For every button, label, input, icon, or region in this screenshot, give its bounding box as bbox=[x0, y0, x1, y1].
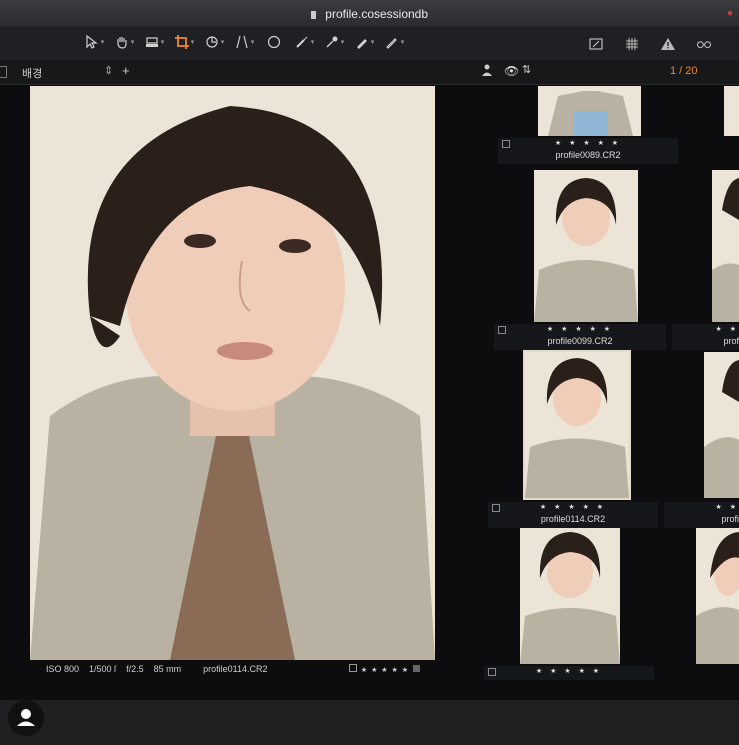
picker-tool-button[interactable]: ▾ bbox=[320, 30, 348, 54]
rotate-icon bbox=[206, 36, 218, 48]
add-icon[interactable]: + bbox=[122, 63, 130, 78]
edit-icon bbox=[589, 38, 603, 50]
thumbnail-image[interactable] bbox=[520, 528, 620, 664]
viewer-filename: profile0114.CR2 bbox=[203, 664, 268, 674]
thumbnail-caption: ★ ★ ★ ★ ★ profile0089.CR2 bbox=[498, 138, 678, 164]
collection-label: 배경 bbox=[22, 68, 43, 80]
thumbnail-rating[interactable]: ★ ★ ★ ★ ★ bbox=[484, 667, 654, 675]
window-title-bar: profile.cosessiondb ● bbox=[0, 0, 739, 27]
brush-icon bbox=[296, 36, 308, 48]
glasses-icon bbox=[696, 41, 712, 49]
side-thumbnail-filename: prof bbox=[723, 336, 739, 346]
pen-icon bbox=[385, 38, 397, 49]
shutter-value: 1/500 ſ bbox=[89, 664, 117, 674]
select-tool-button[interactable]: ▾ bbox=[80, 30, 108, 54]
viewer-rating[interactable]: ★ ★ ★ ★ ★ bbox=[348, 664, 420, 674]
loupe-tool-button[interactable]: ▾ bbox=[140, 30, 168, 54]
side-thumbnail-rating[interactable]: ★ ★ bbox=[672, 325, 739, 333]
image-counter: 1 / 20 bbox=[670, 65, 698, 77]
thumbnail-photo bbox=[538, 86, 641, 136]
keystone-tool-button[interactable]: ▾ bbox=[230, 30, 258, 54]
select-checkbox[interactable] bbox=[348, 664, 357, 672]
pointer-icon bbox=[86, 34, 98, 49]
main-viewer-image[interactable] bbox=[30, 86, 435, 660]
document-icon bbox=[310, 10, 316, 19]
browser-header: 배경 ⇕ + 👁 ⇅ 1 / 20 bbox=[0, 60, 739, 85]
screen-bezel bbox=[0, 700, 739, 745]
loupe-icon bbox=[145, 37, 158, 47]
crop-icon bbox=[174, 35, 189, 49]
thumbnail-rating[interactable]: ★ ★ ★ ★ ★ bbox=[494, 325, 666, 333]
brush-tool-button[interactable]: ▾ bbox=[290, 30, 318, 54]
side-thumbnail[interactable] bbox=[724, 86, 739, 136]
warning-button[interactable] bbox=[655, 32, 681, 56]
hand-icon bbox=[117, 37, 127, 49]
window-title: profile.cosessiondb bbox=[325, 7, 429, 21]
thumbnail-rating[interactable]: ★ ★ ★ ★ ★ bbox=[488, 503, 658, 511]
person-icon[interactable] bbox=[482, 64, 492, 76]
circle-icon bbox=[267, 35, 281, 49]
pan-tool-button[interactable]: ▾ bbox=[110, 30, 138, 54]
side-thumbnail-filename: profi bbox=[721, 514, 739, 524]
spot-removal-button[interactable] bbox=[260, 30, 288, 54]
focal-length-value: 85 mm bbox=[153, 664, 182, 674]
side-thumbnail-photo bbox=[712, 170, 739, 322]
thumbnail-photo bbox=[520, 528, 620, 664]
user-icon bbox=[8, 700, 44, 736]
thumbnail-filename: profile0099.CR2 bbox=[547, 336, 613, 346]
pen-tool-button[interactable]: ▾ bbox=[380, 30, 408, 54]
thumbnail-photo bbox=[534, 170, 638, 322]
color-tag[interactable] bbox=[413, 665, 420, 672]
thumbnail-caption: ★ ★ ★ ★ ★ profile0099.CR2 bbox=[494, 324, 666, 350]
side-thumbnail-rating[interactable]: ★ ★ bbox=[664, 503, 739, 511]
thumbnail-filename: profile0114.CR2 bbox=[540, 514, 606, 524]
record-icon: ● bbox=[726, 8, 733, 19]
avatar[interactable] bbox=[8, 700, 44, 736]
eye-icon[interactable]: 👁 bbox=[504, 64, 519, 78]
keystone-icon bbox=[236, 35, 248, 49]
grid-button[interactable] bbox=[619, 32, 645, 56]
aperture-value: f/2.5 bbox=[126, 664, 144, 674]
grid-icon bbox=[626, 38, 638, 50]
side-thumbnail-photo bbox=[696, 528, 739, 664]
thumbnail-image[interactable] bbox=[538, 86, 641, 136]
cursor-tools: ▾ ▾ ▾ ▾ ▾ ▾ ▾ ▾ ▾ ▾ bbox=[80, 30, 408, 56]
toolbar: ▾ ▾ ▾ ▾ ▾ ▾ ▾ ▾ ▾ ▾ bbox=[0, 26, 739, 60]
thumbnail-rating[interactable]: ★ ★ ★ ★ ★ bbox=[498, 139, 678, 147]
system-tray: ● bbox=[727, 0, 733, 28]
side-thumbnail[interactable] bbox=[712, 170, 739, 322]
portrait-photo bbox=[30, 86, 435, 660]
eyedropper-icon bbox=[326, 36, 338, 48]
sort-icon[interactable]: ⇅ bbox=[522, 63, 531, 76]
viewer-metadata: ISO 800 1/500 ſ f/2.5 85 mm profile0114.… bbox=[46, 662, 420, 676]
side-thumbnail-caption: ★ ★ profi bbox=[664, 502, 739, 528]
crop-tool-button[interactable]: ▾ bbox=[170, 30, 198, 54]
marker-icon bbox=[356, 39, 367, 49]
thumbnail-image[interactable] bbox=[534, 170, 638, 322]
edit-button[interactable] bbox=[583, 32, 609, 56]
proof-button[interactable] bbox=[691, 32, 717, 56]
thumbnail-photo bbox=[525, 352, 629, 498]
side-thumbnail[interactable] bbox=[696, 528, 739, 664]
thumbnail-caption: ★ ★ ★ ★ ★ bbox=[484, 666, 654, 680]
warning-icon bbox=[661, 38, 675, 50]
panel-toggle[interactable] bbox=[0, 66, 7, 78]
rotate-tool-button[interactable]: ▾ bbox=[200, 30, 228, 54]
annotate-tool-button[interactable]: ▾ bbox=[350, 30, 378, 54]
thumbnail-caption: ★ ★ ★ ★ ★ profile0114.CR2 bbox=[488, 502, 658, 528]
sort-order-icon[interactable]: ⇕ bbox=[104, 64, 113, 77]
side-thumbnail-photo bbox=[704, 352, 739, 498]
view-tools bbox=[583, 32, 717, 56]
thumbnail-image-selected[interactable] bbox=[523, 350, 631, 500]
side-thumbnail-caption: ★ ★ prof bbox=[672, 324, 739, 350]
iso-value: ISO 800 bbox=[46, 664, 80, 674]
side-thumbnail[interactable] bbox=[704, 352, 739, 498]
thumbnail-filename: profile0089.CR2 bbox=[555, 150, 621, 160]
